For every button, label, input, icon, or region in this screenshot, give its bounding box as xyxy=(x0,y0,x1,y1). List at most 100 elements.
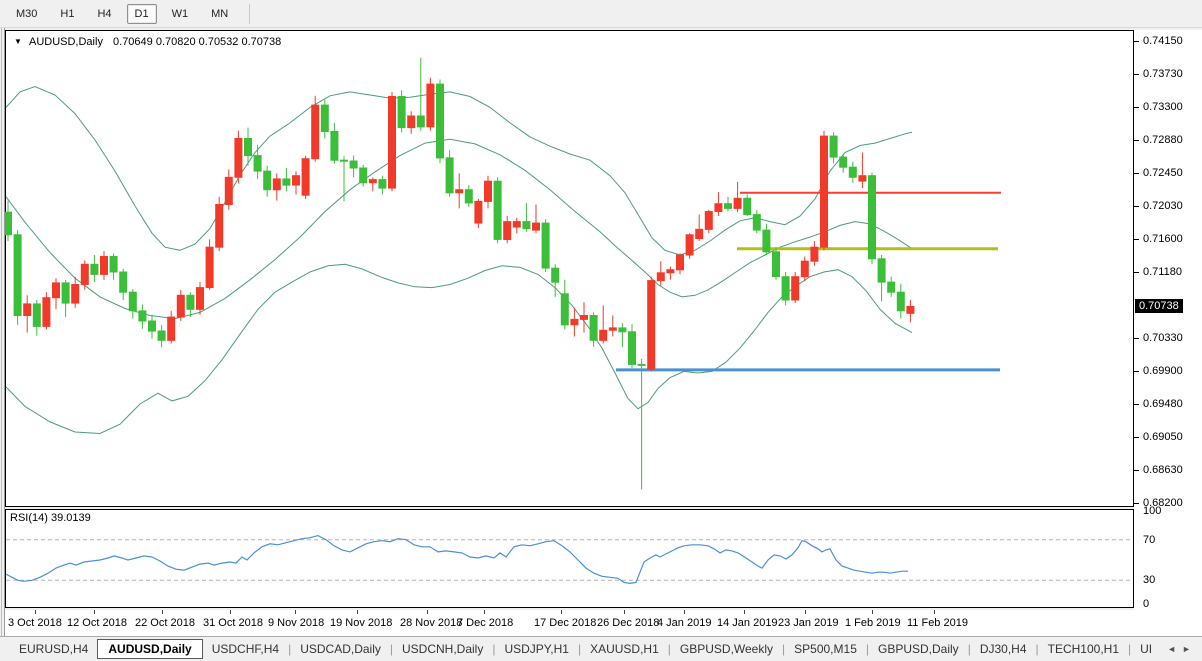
tab-sp500-m15[interactable]: SP500,M15 xyxy=(785,639,866,659)
tab-ui[interactable]: UI xyxy=(1131,639,1161,659)
timeframe-button-w1[interactable]: W1 xyxy=(164,4,197,24)
price-tick-mark xyxy=(1134,371,1139,372)
date-tick-mark xyxy=(684,610,685,614)
candle-body xyxy=(619,328,626,332)
candle-body xyxy=(705,212,712,230)
candle-body xyxy=(110,257,117,273)
tab-gbpusd-daily[interactable]: GBPUSD,Daily xyxy=(869,639,968,659)
timeframe-button-m30[interactable]: M30 xyxy=(8,4,45,24)
price-tick-mark xyxy=(1134,74,1139,75)
date-tick-mark xyxy=(624,610,625,614)
candle-body xyxy=(590,316,597,341)
candle-body xyxy=(581,316,588,320)
date-tick-mark xyxy=(744,610,745,614)
tab-gbpusd-weekly[interactable]: GBPUSD,Weekly xyxy=(671,639,782,659)
candle-body xyxy=(101,257,108,275)
candle-body xyxy=(840,157,847,167)
candle-body xyxy=(542,223,549,268)
candle-body xyxy=(341,160,348,161)
candle-body xyxy=(91,264,98,274)
candle-body xyxy=(254,156,261,172)
price-tick-label: 0.69900 xyxy=(1143,365,1183,377)
date-tick-mark xyxy=(934,610,935,614)
main-chart-pane[interactable]: ▼ AUDUSD,Daily 0.70649 0.70820 0.70532 0… xyxy=(5,30,1134,507)
date-tick-label: 26 Dec 2018 xyxy=(597,617,659,629)
candlestick-chart-canvas[interactable] xyxy=(5,30,1134,507)
current-price-tag: 0.70738 xyxy=(1135,299,1183,313)
candle-body xyxy=(494,181,501,239)
candle-body xyxy=(897,292,904,311)
candle-body xyxy=(14,235,21,316)
candle-body xyxy=(648,281,655,370)
timeframe-button-d1[interactable]: D1 xyxy=(127,4,157,24)
candle-body xyxy=(811,247,818,261)
symbol-dropdown-icon[interactable]: ▼ xyxy=(14,37,22,46)
candle-body xyxy=(801,261,808,277)
price-tick-mark xyxy=(1134,404,1139,405)
candle-body xyxy=(888,282,895,292)
price-tick-mark xyxy=(1134,41,1139,42)
date-tick-label: 12 Oct 2018 xyxy=(67,617,127,629)
date-tick-mark xyxy=(484,610,485,614)
candle-body xyxy=(398,97,405,128)
candle-body xyxy=(168,317,175,340)
rsi-indicator-pane[interactable]: RSI(14) 39.0139 xyxy=(5,509,1134,608)
price-tick-mark xyxy=(1134,338,1139,339)
candle-body xyxy=(43,298,50,327)
candle-body xyxy=(667,270,674,273)
tab-xauusd-h1[interactable]: XAUUSD,H1 xyxy=(581,639,668,659)
date-tick-mark xyxy=(94,610,95,614)
candle-body xyxy=(513,222,520,227)
timeframe-button-h4[interactable]: H4 xyxy=(89,4,119,24)
candle-body xyxy=(600,330,607,340)
tab-usdcnh-daily[interactable]: USDCNH,Daily xyxy=(393,639,492,659)
date-tick-label: 31 Oct 2018 xyxy=(203,617,263,629)
candle-body xyxy=(53,283,60,298)
candle-body xyxy=(360,168,367,183)
candle-body xyxy=(456,190,463,193)
candle-body xyxy=(907,306,914,313)
price-tick-label: 0.73300 xyxy=(1143,101,1183,113)
chart-tab-bar: EURUSD,H4AUDUSD,DailyUSDCHF,H4|USDCAD,Da… xyxy=(0,636,1202,661)
tab-usdcad-daily[interactable]: USDCAD,Daily xyxy=(291,639,390,659)
candle-body xyxy=(561,294,568,325)
candle-body xyxy=(331,132,338,161)
date-tick-label: 17 Dec 2018 xyxy=(534,617,596,629)
tab-tech100-h1[interactable]: TECH100,H1 xyxy=(1039,639,1128,659)
price-axis[interactable]: 0.741500.737300.733000.728800.724500.720… xyxy=(1134,30,1202,610)
date-axis[interactable]: 3 Oct 201812 Oct 201822 Oct 201831 Oct 2… xyxy=(5,610,1202,636)
tab-usdjpy-h1[interactable]: USDJPY,H1 xyxy=(495,639,577,659)
candle-body xyxy=(485,181,492,201)
chart-symbol-label: AUDUSD,Daily xyxy=(29,36,103,48)
timeframe-button-mn[interactable]: MN xyxy=(203,4,236,24)
chart-title: ▼ AUDUSD,Daily 0.70649 0.70820 0.70532 0… xyxy=(14,36,281,48)
tab-usdchf-h4[interactable]: USDCHF,H4 xyxy=(203,639,288,659)
candle-body xyxy=(33,304,40,327)
tab-eurusd-h4[interactable]: EURUSD,H4 xyxy=(10,639,97,659)
rsi-scale-label: 100 xyxy=(1143,505,1161,517)
candle-body xyxy=(312,105,319,159)
price-tick-mark xyxy=(1134,272,1139,273)
tab-scroll-right-icon[interactable]: ► xyxy=(1182,644,1191,654)
candle-body xyxy=(859,176,866,181)
tab-audusd-daily[interactable]: AUDUSD,Daily xyxy=(97,639,202,659)
timeframe-buttons: M30 H1 H4 D1 W1 MN xyxy=(8,4,243,24)
candle-body xyxy=(629,332,636,365)
rsi-chart-canvas[interactable] xyxy=(5,509,1134,608)
tab-dj30-h4[interactable]: DJ30,H4 xyxy=(971,639,1036,659)
candle-body xyxy=(293,176,300,185)
candle-body xyxy=(677,255,684,270)
date-tick-mark xyxy=(805,610,806,614)
candle-body xyxy=(849,167,856,177)
candle-body xyxy=(350,161,357,168)
candle-body xyxy=(225,177,232,204)
candle-body xyxy=(139,311,146,321)
candle-body xyxy=(216,205,223,248)
date-tick-label: 14 Jan 2019 xyxy=(717,617,778,629)
candle-body xyxy=(725,204,732,209)
date-tick-mark xyxy=(35,610,36,614)
rsi-scale-label: 0 xyxy=(1143,598,1149,610)
timeframe-button-h1[interactable]: H1 xyxy=(52,4,82,24)
tab-scroll-left-icon[interactable]: ◄ xyxy=(1167,644,1176,654)
candle-body xyxy=(821,136,828,247)
